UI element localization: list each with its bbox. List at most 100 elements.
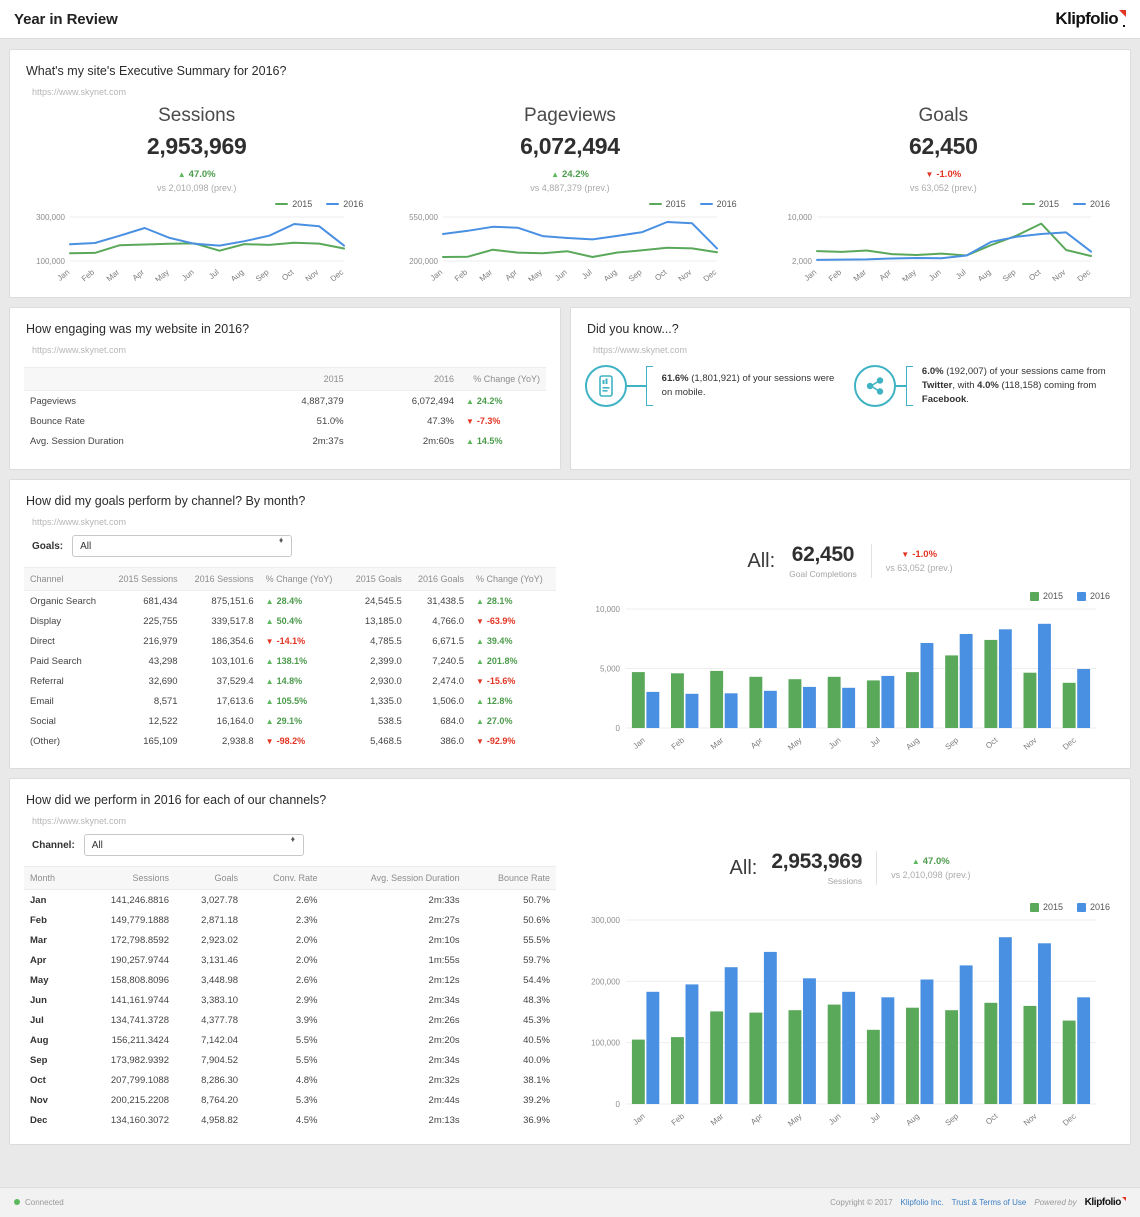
bar-Jan-2016	[646, 691, 660, 728]
mobile-phone-icon	[585, 365, 627, 407]
bar-Mar-2016	[724, 693, 738, 728]
cell-goals-2015: 5,468.5	[370, 735, 402, 747]
engage-title: How engaging was my website in 2016?	[26, 322, 250, 336]
value-2015: 51.0%	[316, 415, 344, 427]
cell-conv-rate: 3.9%	[295, 1014, 318, 1026]
cell-avg-duration: 2m:34s	[428, 1054, 460, 1066]
stepper-arrows-icon[interactable]: ▲ ▼	[290, 836, 296, 844]
cell-channel: Referral	[30, 675, 64, 687]
cell-avg-duration: 2m:26s	[428, 1014, 460, 1026]
cell-sessions: 156,211.3424	[111, 1034, 170, 1046]
channels-right: All: 2,953,969 Sessions 47.0% vs 2,010,0…	[570, 826, 1130, 1144]
monthly-performance-table: Month Sessions Goals Conv. Rate Avg. Session…	[24, 866, 556, 1130]
footer-company-link[interactable]: Klipfolio Inc.	[901, 1198, 944, 1207]
goals-title: How did my goals perform by channel? By …	[26, 494, 306, 508]
svg-text:Sep: Sep	[254, 267, 271, 281]
bar-Oct-2016	[998, 937, 1012, 1104]
goals-filter-value: All	[80, 540, 92, 552]
status-label: Connected	[25, 1198, 64, 1207]
cell-goals: 7,142.04	[201, 1034, 239, 1046]
cell-goals: 3,448.98	[201, 974, 239, 986]
svg-text:Aug: Aug	[904, 1112, 921, 1128]
channels-left: Channel: All ▲ ▼ Month Sessions Goals Conv. …	[10, 826, 570, 1144]
cell-sessions: 190,257.9744	[110, 954, 170, 966]
table-row: Paid Search 43,298 103,101.6 138.1% 2,39…	[24, 651, 556, 671]
channels-summary-delta-block: 47.0% vs 2,010,098 (prev.)	[891, 856, 970, 880]
cell-sessions-change: 50.4%	[260, 611, 346, 631]
channels-filter-select[interactable]: All ▲ ▼	[83, 834, 304, 856]
table-row: Organic Search 681,434 875,151.6 28.4% 2…	[24, 591, 556, 612]
table-row: Referral 32,690 37,529.4 14.8% 2,930.0 2…	[24, 671, 556, 691]
exec-title: What's my site's Executive Summary for 2…	[26, 64, 287, 78]
svg-text:Mar: Mar	[851, 267, 868, 281]
footer-links: Copyright © 2017 Klipfolio Inc. Trust & …	[830, 1197, 1126, 1208]
table-header-row: Channel 2015 Sessions 2016 Sessions% Chang…	[24, 567, 556, 591]
svg-text:Jul: Jul	[868, 735, 882, 749]
bar-Dec-2016	[1077, 997, 1091, 1104]
value-2016: 6,072,494	[411, 395, 454, 407]
svg-text:Feb: Feb	[453, 267, 470, 281]
kpi-pageviews: Pageviews 6,072,494 24.2% vs 4,887,379 (…	[383, 105, 756, 193]
cell-sessions-change: 105.5%	[260, 691, 346, 711]
kpi-label: Goals	[918, 105, 969, 126]
column-header: % Change (YoY)	[460, 367, 546, 391]
svg-text:550,000: 550,000	[409, 213, 438, 222]
svg-text:Sep: Sep	[944, 735, 961, 751]
column-header: 2016 Goals	[407, 567, 470, 591]
svg-text:Feb: Feb	[80, 267, 97, 281]
goals-summary-value-block: 62,450 Goal Completions	[789, 543, 857, 579]
cell-sessions-2015: 216,979	[143, 635, 178, 647]
cell-sessions-change: -98.2%	[260, 731, 346, 751]
cell-goals-change: 39.4%	[470, 631, 556, 651]
kpi-goals: Goals 62,450 -1.0% vs 63,052 (prev.)	[757, 105, 1130, 193]
cell-sessions-2015: 12,522	[148, 715, 178, 727]
svg-text:300,000: 300,000	[36, 213, 65, 222]
sparkline-legend: 2015 2016	[24, 199, 369, 209]
column-header: % Change (YoY)	[259, 567, 346, 591]
footer-bar: Connected Copyright © 2017 Klipfolio Inc…	[0, 1187, 1140, 1217]
svg-text:Aug: Aug	[602, 268, 619, 281]
cell-goals: 2,923.02	[201, 934, 239, 946]
bar-Apr-2015	[749, 1012, 763, 1104]
channels-summary-prefix: All:	[729, 856, 758, 879]
cell-month: Apr	[30, 954, 47, 966]
column-header: 2016 Sessions	[183, 567, 260, 591]
stepper-arrows-icon[interactable]: ▲ ▼	[278, 537, 284, 545]
column-header: 2015	[239, 367, 350, 391]
table-row: Email 8,571 17,613.6 105.5% 1,335.0 1,50…	[24, 691, 556, 711]
goals-summary-caption: Goal Completions	[789, 569, 857, 579]
goals-filter-label: Goals:	[32, 540, 64, 552]
cell-avg-duration: 2m:44s	[428, 1094, 460, 1106]
column-header: % Change (YoY)	[470, 567, 556, 591]
goals-by-month-bar-chart: 0 5,000 10,000 Jan Feb Mar Apr May Jun Jul Aug Sep O…	[570, 603, 1130, 768]
goals-summary-value: 62,450	[791, 543, 855, 566]
svg-text:300,000: 300,000	[591, 916, 620, 925]
svg-text:200,000: 200,000	[409, 257, 438, 266]
goals-filter-select[interactable]: All ▲ ▼	[72, 535, 293, 557]
bar-Aug-2015	[906, 672, 919, 728]
footer-terms-link[interactable]: Trust & Terms of Use	[952, 1198, 1027, 1207]
sparkline-row: 2015 2016 100,000 300,000 Jan Feb Mar Apr May Ju…	[10, 193, 1130, 297]
cell-bounce-rate: 45.3%	[523, 1014, 550, 1026]
table-row: May 158,808.8096 3,448.98 2.6% 2m:12s 54…	[24, 970, 556, 990]
bar-Sep-2016	[959, 634, 973, 728]
cell-month: Oct	[30, 1074, 46, 1086]
goals-table-wrap: Channel 2015 Sessions 2016 Sessions% Chang…	[10, 567, 570, 765]
channels-summary-caption: Sessions	[827, 876, 863, 886]
cell-goals: 3,131.46	[201, 954, 239, 966]
channels-table-wrap: Month Sessions Goals Conv. Rate Avg. Session…	[10, 866, 570, 1144]
cell-bounce-rate: 55.5%	[523, 934, 550, 946]
svg-text:May: May	[786, 1112, 803, 1129]
sparkline-legend: 2015 2016	[397, 199, 742, 209]
legend-2015: 2015	[1029, 591, 1063, 601]
bar-Mar-2015	[710, 670, 724, 728]
svg-text:Jan: Jan	[631, 736, 647, 751]
goals-channel-table: Channel 2015 Sessions 2016 Sessions% Chang…	[24, 567, 556, 751]
column-header: 2015 Goals	[345, 567, 408, 591]
status-dot-icon	[14, 1199, 20, 1205]
svg-text:Jan: Jan	[631, 1112, 647, 1127]
cell-sessions: 207,799.1088	[110, 1074, 170, 1086]
cell-channel: (Other)	[30, 735, 61, 747]
svg-text:Apr: Apr	[749, 1111, 765, 1126]
cell-bounce-rate: 38.1%	[523, 1074, 550, 1086]
